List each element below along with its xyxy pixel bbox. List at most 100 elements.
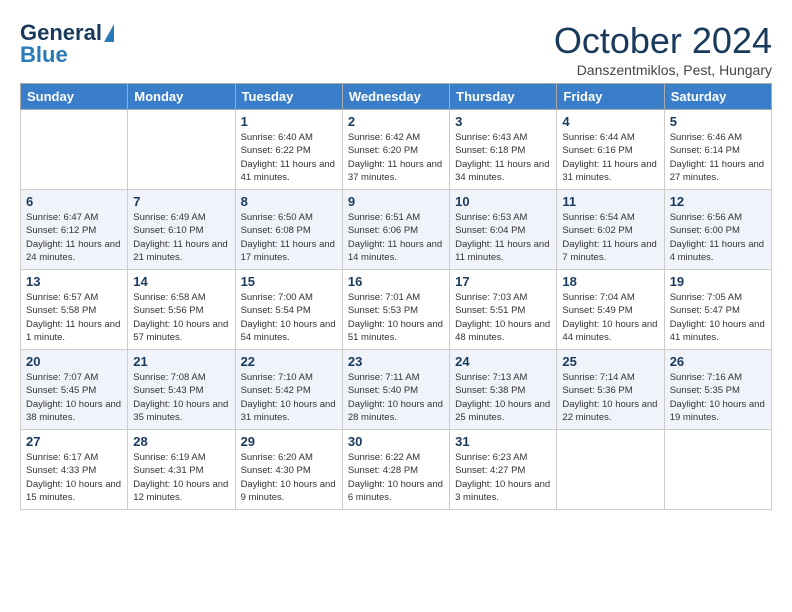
calendar-cell: 21 Sunrise: 7:08 AM Sunset: 5:43 PM Dayli… bbox=[128, 350, 235, 430]
day-info: Sunrise: 7:05 AM Sunset: 5:47 PM Dayligh… bbox=[670, 291, 766, 344]
calendar-cell bbox=[664, 430, 771, 510]
day-number: 12 bbox=[670, 194, 766, 209]
day-info: Sunrise: 6:17 AM Sunset: 4:33 PM Dayligh… bbox=[26, 451, 122, 504]
calendar-cell bbox=[21, 110, 128, 190]
calendar-cell: 8Sunrise: 6:50 AM Sunset: 6:08 PM Daylig… bbox=[235, 190, 342, 270]
calendar-table: Sunday Monday Tuesday Wednesday Thursday… bbox=[20, 83, 772, 510]
day-number: 27 bbox=[26, 434, 122, 449]
col-monday: Monday bbox=[128, 84, 235, 110]
calendar-cell: 15 Sunrise: 7:00 AM Sunset: 5:54 PM Dayli… bbox=[235, 270, 342, 350]
day-number: 22 bbox=[241, 354, 337, 369]
day-info: Sunrise: 7:16 AM Sunset: 5:35 PM Dayligh… bbox=[670, 371, 766, 424]
day-number: 21 bbox=[133, 354, 229, 369]
calendar-cell: 4 Sunrise: 6:44 AM Sunset: 6:16 PM Daylig… bbox=[557, 110, 664, 190]
calendar-cell: 26 Sunrise: 7:16 AM Sunset: 5:35 PM Dayli… bbox=[664, 350, 771, 430]
day-info: Sunrise: 6:19 AM Sunset: 4:31 PM Dayligh… bbox=[133, 451, 229, 504]
day-number: 29 bbox=[241, 434, 337, 449]
calendar-cell: 17 Sunrise: 7:03 AM Sunset: 5:51 PM Dayli… bbox=[450, 270, 557, 350]
calendar-week-1: 1 Sunrise: 6:40 AM Sunset: 6:22 PM Daylig… bbox=[21, 110, 772, 190]
day-info: Sunrise: 6:40 AM Sunset: 6:22 PM Dayligh… bbox=[241, 131, 337, 184]
calendar-cell: 7 Sunrise: 6:49 AM Sunset: 6:10 PM Daylig… bbox=[128, 190, 235, 270]
day-info: Sunrise: 7:14 AM Sunset: 5:36 PM Dayligh… bbox=[562, 371, 658, 424]
day-info: Sunrise: 7:04 AM Sunset: 5:49 PM Dayligh… bbox=[562, 291, 658, 344]
day-info: Sunrise: 6:58 AM Sunset: 5:56 PM Dayligh… bbox=[133, 291, 229, 344]
day-number: 18 bbox=[562, 274, 658, 289]
calendar-cell: 19 Sunrise: 7:05 AM Sunset: 5:47 PM Dayli… bbox=[664, 270, 771, 350]
day-number: 28 bbox=[133, 434, 229, 449]
calendar-cell: 13 Sunrise: 6:57 AM Sunset: 5:58 PM Dayli… bbox=[21, 270, 128, 350]
day-number: 5 bbox=[670, 114, 766, 129]
col-saturday: Saturday bbox=[664, 84, 771, 110]
day-info: Sunrise: 6:50 AM Sunset: 6:08 PM Dayligh… bbox=[241, 211, 337, 264]
logo-blue: Blue bbox=[20, 42, 68, 68]
day-number: 26 bbox=[670, 354, 766, 369]
day-number: 13 bbox=[26, 274, 122, 289]
day-info: Sunrise: 6:44 AM Sunset: 6:16 PM Dayligh… bbox=[562, 131, 658, 184]
day-info: Sunrise: 7:10 AM Sunset: 5:42 PM Dayligh… bbox=[241, 371, 337, 424]
calendar-cell: 31Sunrise: 6:23 AM Sunset: 4:27 PM Dayli… bbox=[450, 430, 557, 510]
calendar-header-row: Sunday Monday Tuesday Wednesday Thursday… bbox=[21, 84, 772, 110]
calendar-cell: 30 Sunrise: 6:22 AM Sunset: 4:28 PM Dayli… bbox=[342, 430, 449, 510]
calendar-cell: 3Sunrise: 6:43 AM Sunset: 6:18 PM Daylig… bbox=[450, 110, 557, 190]
day-info: Sunrise: 6:54 AM Sunset: 6:02 PM Dayligh… bbox=[562, 211, 658, 264]
calendar-cell: 27 Sunrise: 6:17 AM Sunset: 4:33 PM Dayli… bbox=[21, 430, 128, 510]
month-title: October 2024 bbox=[554, 20, 772, 62]
day-number: 11 bbox=[562, 194, 658, 209]
day-number: 16 bbox=[348, 274, 444, 289]
calendar-cell: 18 Sunrise: 7:04 AM Sunset: 5:49 PM Dayli… bbox=[557, 270, 664, 350]
location-subtitle: Danszentmiklos, Pest, Hungary bbox=[554, 62, 772, 78]
day-number: 24 bbox=[455, 354, 551, 369]
calendar-cell: 16 Sunrise: 7:01 AM Sunset: 5:53 PM Dayli… bbox=[342, 270, 449, 350]
calendar-cell: 29 Sunrise: 6:20 AM Sunset: 4:30 PM Dayli… bbox=[235, 430, 342, 510]
col-tuesday: Tuesday bbox=[235, 84, 342, 110]
day-info: Sunrise: 6:46 AM Sunset: 6:14 PM Dayligh… bbox=[670, 131, 766, 184]
col-wednesday: Wednesday bbox=[342, 84, 449, 110]
calendar-cell: 23 Sunrise: 7:11 AM Sunset: 5:40 PM Dayli… bbox=[342, 350, 449, 430]
day-info: Sunrise: 7:07 AM Sunset: 5:45 PM Dayligh… bbox=[26, 371, 122, 424]
col-friday: Friday bbox=[557, 84, 664, 110]
day-number: 15 bbox=[241, 274, 337, 289]
day-number: 2 bbox=[348, 114, 444, 129]
day-number: 20 bbox=[26, 354, 122, 369]
day-number: 1 bbox=[241, 114, 337, 129]
day-number: 17 bbox=[455, 274, 551, 289]
calendar-cell: 28 Sunrise: 6:19 AM Sunset: 4:31 PM Dayli… bbox=[128, 430, 235, 510]
day-info: Sunrise: 7:08 AM Sunset: 5:43 PM Dayligh… bbox=[133, 371, 229, 424]
day-number: 25 bbox=[562, 354, 658, 369]
day-info: Sunrise: 6:22 AM Sunset: 4:28 PM Dayligh… bbox=[348, 451, 444, 504]
day-number: 30 bbox=[348, 434, 444, 449]
calendar-cell bbox=[557, 430, 664, 510]
day-info: Sunrise: 6:56 AM Sunset: 6:00 PM Dayligh… bbox=[670, 211, 766, 264]
calendar-week-3: 13 Sunrise: 6:57 AM Sunset: 5:58 PM Dayli… bbox=[21, 270, 772, 350]
day-number: 23 bbox=[348, 354, 444, 369]
day-info: Sunrise: 7:03 AM Sunset: 5:51 PM Dayligh… bbox=[455, 291, 551, 344]
col-thursday: Thursday bbox=[450, 84, 557, 110]
day-number: 4 bbox=[562, 114, 658, 129]
day-number: 9 bbox=[348, 194, 444, 209]
calendar-cell: 25 Sunrise: 7:14 AM Sunset: 5:36 PM Dayli… bbox=[557, 350, 664, 430]
day-info: Sunrise: 7:11 AM Sunset: 5:40 PM Dayligh… bbox=[348, 371, 444, 424]
header: General Blue October 2024 Danszentmiklos… bbox=[10, 10, 782, 83]
day-number: 6 bbox=[26, 194, 122, 209]
calendar-cell: 1 Sunrise: 6:40 AM Sunset: 6:22 PM Daylig… bbox=[235, 110, 342, 190]
logo: General Blue bbox=[20, 20, 114, 68]
day-info: Sunrise: 6:49 AM Sunset: 6:10 PM Dayligh… bbox=[133, 211, 229, 264]
day-number: 10 bbox=[455, 194, 551, 209]
calendar-cell: 24Sunrise: 7:13 AM Sunset: 5:38 PM Dayli… bbox=[450, 350, 557, 430]
calendar-cell: 12 Sunrise: 6:56 AM Sunset: 6:00 PM Dayli… bbox=[664, 190, 771, 270]
calendar-cell: 5 Sunrise: 6:46 AM Sunset: 6:14 PM Daylig… bbox=[664, 110, 771, 190]
day-info: Sunrise: 7:00 AM Sunset: 5:54 PM Dayligh… bbox=[241, 291, 337, 344]
calendar-cell bbox=[128, 110, 235, 190]
logo-triangle-icon bbox=[104, 24, 114, 42]
day-info: Sunrise: 6:20 AM Sunset: 4:30 PM Dayligh… bbox=[241, 451, 337, 504]
calendar-cell: 9Sunrise: 6:51 AM Sunset: 6:06 PM Daylig… bbox=[342, 190, 449, 270]
day-info: Sunrise: 6:57 AM Sunset: 5:58 PM Dayligh… bbox=[26, 291, 122, 344]
day-number: 3 bbox=[455, 114, 551, 129]
day-info: Sunrise: 7:01 AM Sunset: 5:53 PM Dayligh… bbox=[348, 291, 444, 344]
col-sunday: Sunday bbox=[21, 84, 128, 110]
calendar-cell: 11 Sunrise: 6:54 AM Sunset: 6:02 PM Dayli… bbox=[557, 190, 664, 270]
day-number: 7 bbox=[133, 194, 229, 209]
day-info: Sunrise: 6:47 AM Sunset: 6:12 PM Dayligh… bbox=[26, 211, 122, 264]
day-number: 19 bbox=[670, 274, 766, 289]
day-info: Sunrise: 6:42 AM Sunset: 6:20 PM Dayligh… bbox=[348, 131, 444, 184]
